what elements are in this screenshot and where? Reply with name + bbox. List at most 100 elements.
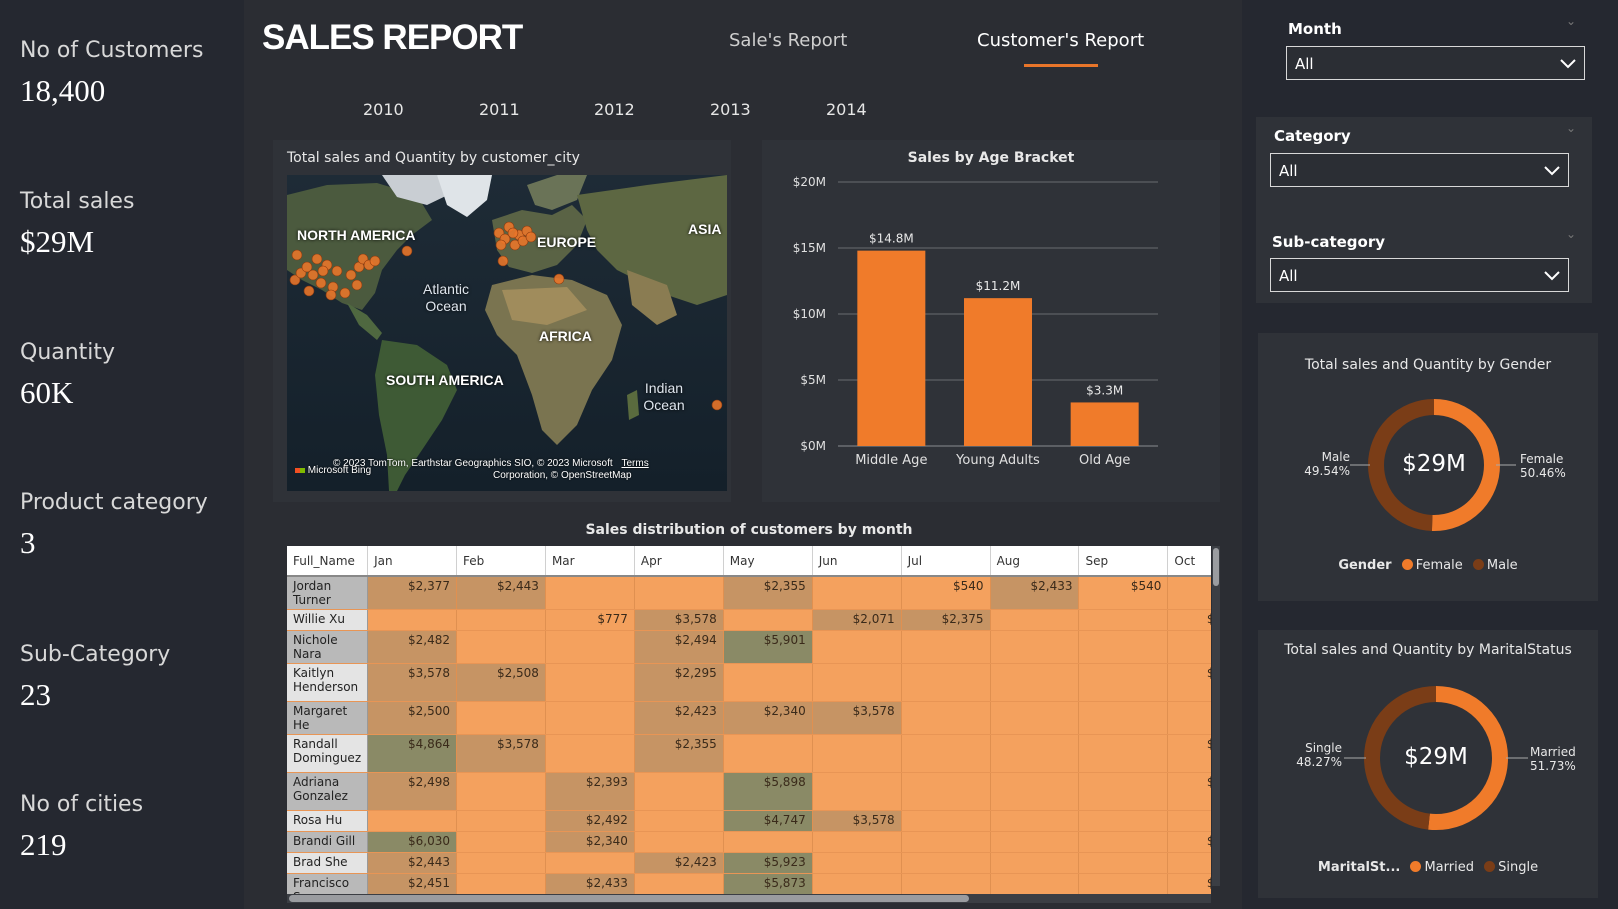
marital-single-callout: Single 48.27% [1294, 741, 1342, 769]
table-row[interactable]: Nichole Nara $2,482 $2,494 $5,901 [287, 630, 1211, 664]
table-row[interactable]: Adriana Gonzalez$2,498 $2,393 $5,898 $2,4 [287, 772, 1211, 811]
legend-male[interactable]: Male [1487, 558, 1518, 573]
page-title: SALES REPORT [262, 18, 523, 57]
kpi-value: $29M [20, 224, 95, 259]
table-cell [1167, 810, 1211, 832]
column-header[interactable]: Jul [901, 546, 991, 577]
y-tick-label: $10M [793, 307, 826, 321]
city-marker[interactable] [495, 239, 507, 251]
city-marker[interactable] [303, 285, 315, 297]
city-marker[interactable] [307, 269, 319, 281]
legend-married[interactable]: Married [1424, 860, 1474, 875]
table-cell [1167, 701, 1211, 735]
column-header[interactable]: Jun [812, 546, 902, 577]
filter-card-category: Category ⌄ All Sub-category ⌄ All [1256, 117, 1592, 303]
table-cell [812, 852, 902, 874]
row-name: Adriana Gonzalez [287, 772, 369, 811]
city-marker[interactable] [711, 399, 723, 411]
data-label: $11.2M [976, 279, 1021, 293]
city-marker[interactable] [311, 253, 323, 265]
column-header[interactable]: Mar [545, 546, 635, 577]
table-cell [812, 734, 902, 773]
scroll-thumb[interactable] [1213, 548, 1219, 586]
table-row[interactable]: Francisco Sara$2,451 $2,433 $5,873 $2,4 [287, 873, 1211, 894]
column-header[interactable]: Full_Name [287, 546, 369, 577]
sales-matrix: Full_Name Jan Feb Mar Apr May Jun Jul Aug Sep Oct … [287, 546, 1211, 894]
table-vertical-scrollbar[interactable] [1212, 546, 1220, 886]
table-row[interactable]: Brandi Gill$6,030 $2,340 $2,3 [287, 831, 1211, 853]
column-header[interactable]: Jan [367, 546, 458, 577]
city-marker[interactable] [345, 269, 357, 281]
year-filter-2013[interactable]: 2013 [710, 100, 751, 119]
marital-legend: MaritalSt... Married Single [1258, 860, 1598, 875]
kpi-product-category: Product category 3 [20, 490, 208, 561]
city-marker[interactable] [351, 279, 363, 291]
table-cell: $2,443 [456, 576, 546, 610]
city-marker[interactable] [401, 245, 413, 257]
bar-young-adults[interactable] [964, 298, 1032, 446]
tab-customers-report[interactable]: Customer's Report [977, 30, 1144, 51]
female-label: Female [1520, 452, 1564, 466]
legend-single[interactable]: Single [1498, 860, 1538, 875]
table-horizontal-scrollbar[interactable] [287, 894, 1211, 903]
city-marker[interactable] [291, 249, 303, 261]
table-cell: $2,443 [367, 852, 458, 874]
table-row[interactable]: Rosa Hu $2,492 $4,747 $3,578 [287, 810, 1211, 832]
y-tick-label: $5M [800, 373, 826, 387]
row-name: Brandi Gill [287, 831, 369, 853]
column-header[interactable]: Oct [1167, 546, 1211, 577]
bar-middle-age[interactable] [857, 250, 926, 446]
column-header[interactable]: Apr [634, 546, 724, 577]
married-pct: 51.73% [1530, 759, 1576, 773]
legend-female[interactable]: Female [1416, 558, 1463, 573]
city-marker[interactable] [317, 265, 329, 277]
sub-category-dropdown[interactable]: All [1270, 258, 1569, 292]
kpi-label: Quantity [20, 340, 116, 365]
collapse-chevron-icon[interactable]: ⌄ [1566, 227, 1576, 241]
table-cell [1078, 663, 1169, 702]
city-map[interactable]: NORTH AMERICA EUROPE ASIA AFRICA SOUTH A… [287, 175, 727, 491]
city-marker[interactable] [525, 231, 537, 243]
column-header[interactable]: Sep [1078, 546, 1169, 577]
tab-sales-report[interactable]: Sale's Report [729, 30, 847, 51]
column-header[interactable]: Feb [456, 546, 546, 577]
category-dropdown[interactable]: All [1270, 153, 1569, 187]
table-row[interactable]: Margaret He $2,500 $2,423 $2,340 $3,578 [287, 701, 1211, 735]
table-row[interactable]: Jordan Turner $2,377 $2,443 $2,355 $540 $2,43… [287, 576, 1211, 610]
year-filter-2011[interactable]: 2011 [479, 100, 520, 119]
y-tick-label: $15M [793, 241, 826, 255]
city-marker[interactable] [507, 227, 519, 239]
city-marker[interactable] [497, 255, 509, 267]
city-marker[interactable] [339, 287, 351, 299]
column-header[interactable]: Aug [990, 546, 1080, 577]
table-cell [545, 701, 635, 735]
city-marker[interactable] [369, 255, 381, 267]
bar-old-age[interactable] [1070, 402, 1139, 446]
column-header[interactable]: May [723, 546, 813, 577]
table-cell: $2,3 [1167, 663, 1211, 702]
table-cell [901, 663, 991, 702]
table-row[interactable]: Kaitlyn Henderson$3,578$2,508 $2,295 $2,3 [287, 663, 1211, 702]
city-marker[interactable] [325, 289, 337, 301]
month-dropdown[interactable]: All [1286, 46, 1585, 80]
table-row[interactable]: Brad She $2,443 $2,423 $5,923 [287, 852, 1211, 874]
scroll-thumb[interactable] [289, 895, 969, 902]
city-marker[interactable] [331, 265, 343, 277]
collapse-chevron-icon[interactable]: ⌄ [1566, 121, 1576, 135]
dropdown-value: All [1279, 162, 1298, 180]
table-cell: $2,508 [456, 663, 546, 702]
table-row[interactable]: Randall Dominguez$4,864$3,578 $2,355 $2,4 [287, 734, 1211, 773]
map-terms-link[interactable]: Terms [621, 458, 648, 469]
table-cell: $5,873 [723, 873, 813, 894]
year-filter-2010[interactable]: 2010 [363, 100, 404, 119]
single-label: Single [1305, 741, 1342, 755]
year-filter-2012[interactable]: 2012 [594, 100, 635, 119]
table-cell [990, 663, 1080, 702]
year-filter-2014[interactable]: 2014 [826, 100, 867, 119]
table-cell: $2,2 [1167, 609, 1211, 631]
city-marker[interactable] [315, 277, 327, 289]
table-row[interactable]: Willie Xu $777$3,578 $2,071$2,375 $2,2 [287, 609, 1211, 631]
collapse-chevron-icon[interactable]: ⌄ [1566, 14, 1576, 28]
city-marker[interactable] [553, 273, 565, 285]
table-cell [901, 734, 991, 773]
